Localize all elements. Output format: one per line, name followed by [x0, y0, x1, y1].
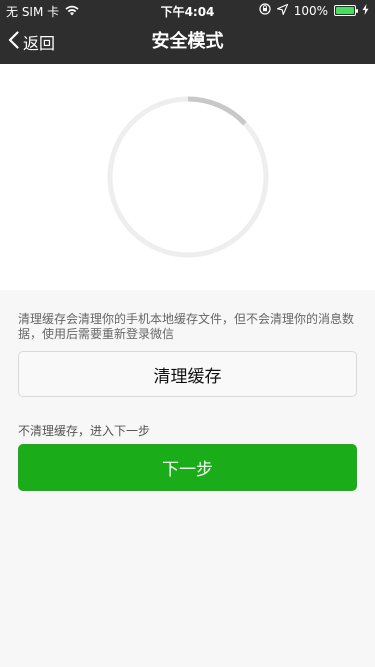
main-content: 清理缓存会清理你的手机本地缓存文件，但不会清理你的消息数据，使用后需要重新登录微…	[0, 290, 375, 667]
battery-icon	[334, 5, 358, 16]
status-bar: 无 SIM 卡 下午4:04 100%	[0, 0, 375, 20]
clear-cache-button[interactable]: 清理缓存	[18, 351, 357, 397]
spinner-area	[0, 64, 375, 290]
orientation-lock-icon	[259, 3, 271, 18]
back-label: 返回	[23, 34, 56, 53]
navigation-bar: 安全模式 返回	[0, 20, 375, 64]
chevron-left-icon	[8, 31, 19, 53]
location-arrow-icon	[276, 3, 288, 18]
charging-bolt-icon	[362, 3, 369, 18]
loading-spinner-icon	[107, 96, 269, 258]
clear-cache-description: 清理缓存会清理你的手机本地缓存文件，但不会清理你的消息数据，使用后需要重新登录微…	[18, 312, 355, 341]
skip-hint: 不清理缓存，进入下一步	[18, 424, 151, 438]
battery-percent: 100%	[293, 3, 328, 18]
back-button[interactable]: 返回	[8, 20, 55, 64]
next-step-button[interactable]: 下一步	[18, 444, 357, 491]
status-right: 100%	[259, 3, 369, 18]
page-title: 安全模式	[151, 31, 224, 52]
